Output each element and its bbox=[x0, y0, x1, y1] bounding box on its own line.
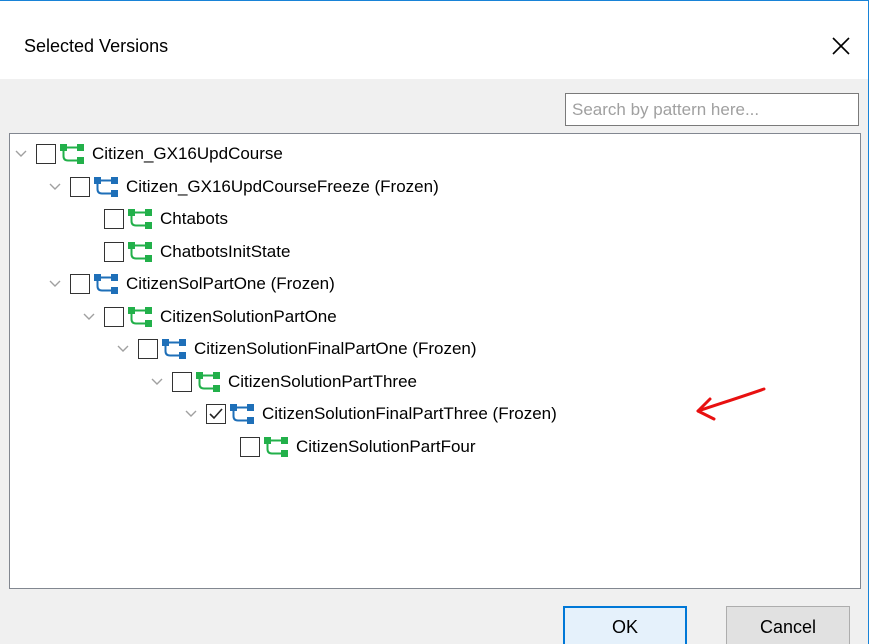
checkbox-checked[interactable] bbox=[206, 404, 226, 424]
tree-item[interactable]: CitizenSolutionFinalPartOne (Frozen) bbox=[116, 333, 477, 365]
cancel-button[interactable]: Cancel bbox=[726, 606, 850, 644]
tree-item-label: Chtabots bbox=[160, 209, 229, 228]
tree-item[interactable]: CitizenSolPartOne (Frozen) bbox=[48, 268, 335, 300]
tree-item-label: CitizenSolPartOne (Frozen) bbox=[126, 274, 335, 293]
branch-green-icon bbox=[128, 241, 152, 262]
tree-item-label: CitizenSolutionFinalPartOne (Frozen) bbox=[194, 339, 477, 358]
branch-blue-icon bbox=[230, 404, 254, 424]
tree-item-label: Citizen_GX16UpdCourseFreeze (Frozen) bbox=[126, 176, 439, 196]
branch-green-icon bbox=[196, 371, 220, 392]
version-tree: Citizen_GX16UpdCourse Citizen_GX16UpdCour… bbox=[9, 133, 861, 589]
tree-item[interactable]: CitizenSolutionPartOne bbox=[82, 301, 337, 333]
title-bar: Selected Versions bbox=[0, 1, 868, 79]
checkbox[interactable] bbox=[104, 241, 124, 262]
checkbox[interactable] bbox=[70, 176, 90, 197]
branch-green-icon bbox=[128, 209, 152, 229]
chevron-down-icon[interactable] bbox=[48, 180, 62, 194]
tree-item-label: CitizenSolutionFinalPartThree (Frozen) bbox=[262, 404, 557, 423]
selected-versions-dialog: Selected Versions Citizen_GX16UpdCourseC… bbox=[0, 0, 869, 644]
branch-blue-icon bbox=[162, 339, 186, 359]
branch-green-icon bbox=[264, 436, 288, 457]
chevron-down-icon[interactable] bbox=[48, 277, 62, 291]
checkbox[interactable] bbox=[240, 436, 260, 457]
dialog-title: Selected Versions bbox=[24, 36, 169, 56]
close-button[interactable] bbox=[824, 29, 858, 63]
branch-green-icon bbox=[60, 144, 84, 164]
checkbox[interactable] bbox=[172, 371, 192, 392]
tree-item-label: CitizenSolutionPartThree bbox=[228, 371, 417, 391]
branch-green-icon bbox=[128, 306, 152, 327]
checkbox[interactable] bbox=[138, 339, 158, 359]
checkbox[interactable] bbox=[36, 144, 56, 164]
tree-item[interactable]: Citizen_GX16UpdCourseFreeze (Frozen) bbox=[48, 171, 439, 203]
tree-item-label: CitizenSolutionPartOne bbox=[160, 306, 337, 326]
tree-item-label: ChatbotsInitState bbox=[160, 241, 291, 261]
red-arrow-icon bbox=[696, 387, 766, 421]
checkbox[interactable] bbox=[104, 306, 124, 327]
tree-item[interactable]: CitizenSolutionPartThree bbox=[150, 366, 417, 398]
tree-item[interactable]: CitizenSolutionFinalPartThree (Frozen) bbox=[184, 398, 557, 430]
tree-item-label: CitizenSolutionPartFour bbox=[296, 436, 476, 456]
tree-item[interactable]: ChatbotsInitState bbox=[82, 236, 290, 268]
chevron-down-icon[interactable] bbox=[116, 342, 130, 356]
branch-blue-icon bbox=[94, 274, 118, 294]
branch-blue-icon bbox=[94, 176, 118, 197]
chevron-down-icon[interactable] bbox=[184, 407, 198, 421]
chevron-down-icon[interactable] bbox=[14, 147, 28, 161]
checkbox[interactable] bbox=[70, 274, 90, 294]
ok-button[interactable]: OK bbox=[563, 606, 687, 644]
chevron-down-icon[interactable] bbox=[150, 375, 164, 389]
search-input[interactable] bbox=[565, 93, 859, 126]
tree-item[interactable]: Citizen_GX16UpdCourse bbox=[14, 138, 283, 170]
checkbox[interactable] bbox=[104, 209, 124, 229]
chevron-down-icon[interactable] bbox=[82, 310, 96, 324]
tree-item-label: Citizen_GX16UpdCourse bbox=[92, 144, 283, 163]
tree-item[interactable]: CitizenSolutionPartFour bbox=[218, 431, 476, 463]
tree-item[interactable]: Chtabots bbox=[82, 203, 228, 235]
check-icon bbox=[209, 408, 223, 420]
close-icon bbox=[832, 37, 850, 55]
